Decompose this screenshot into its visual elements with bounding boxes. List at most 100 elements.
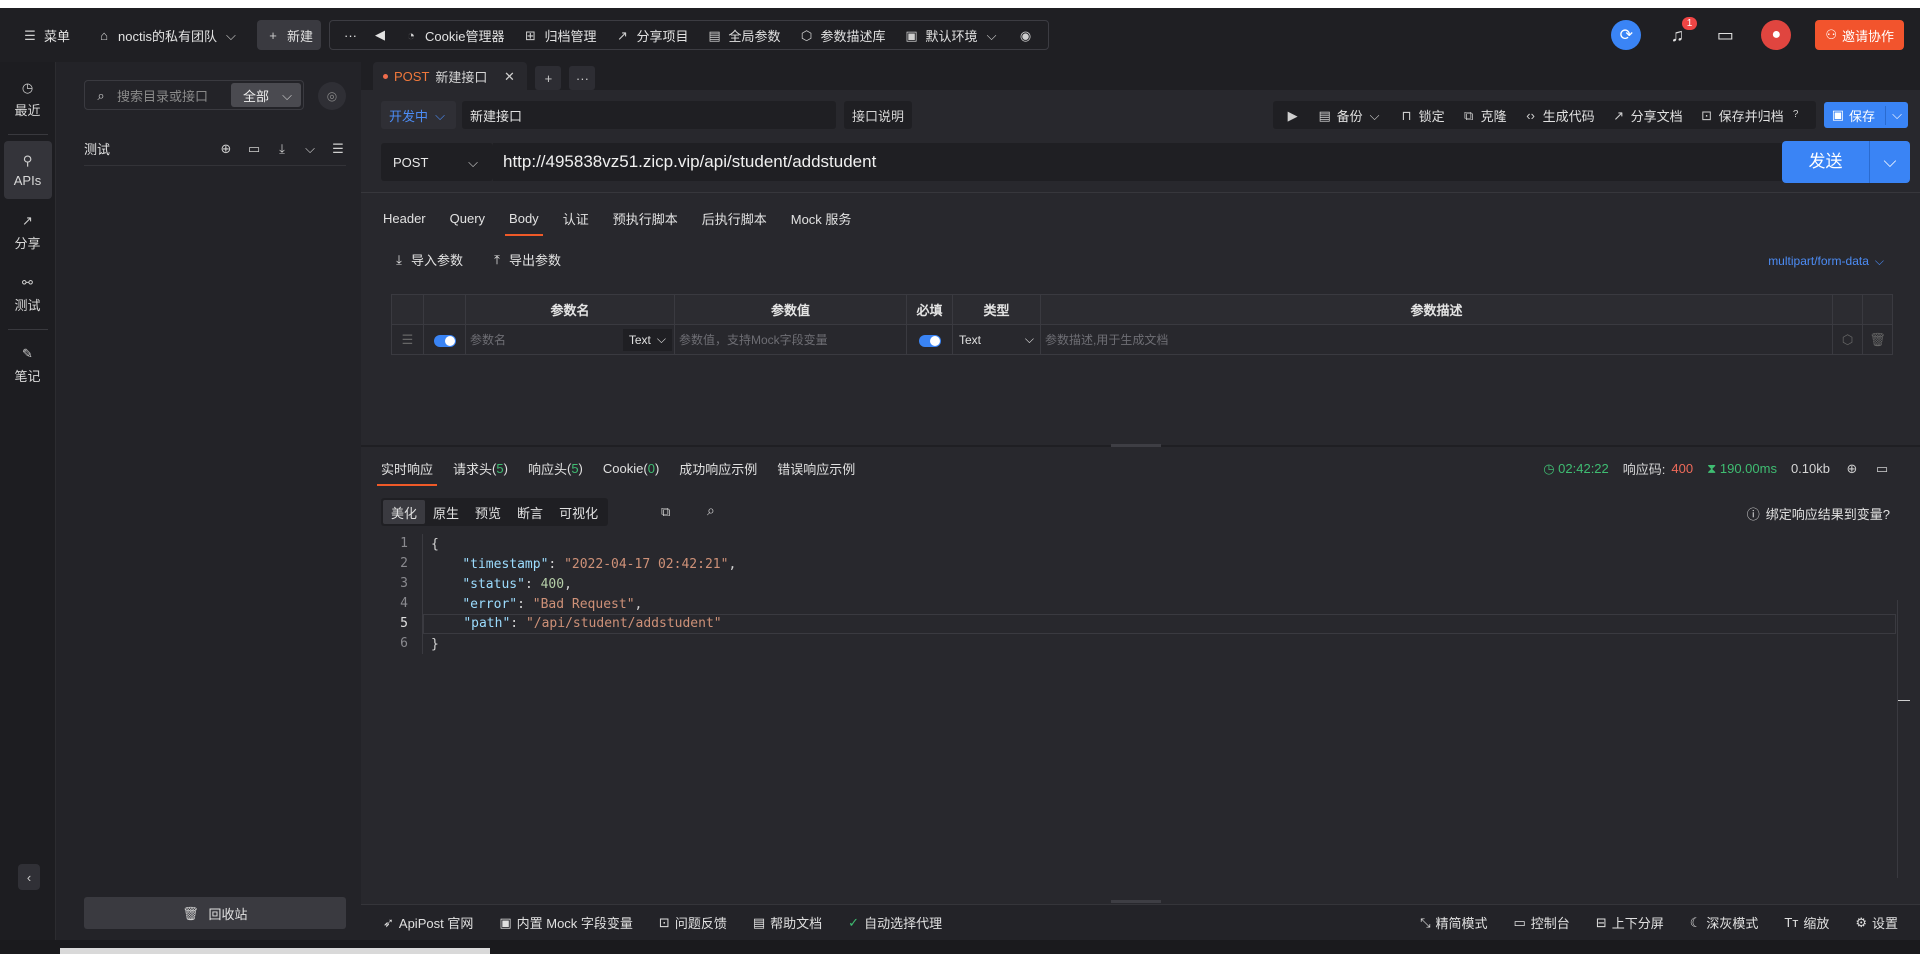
enabled-toggle[interactable] [433, 334, 456, 347]
split-view-button[interactable]: ⊟ 上下分屏 [1596, 913, 1664, 932]
method-dropdown[interactable]: POST ⌵ [381, 143, 493, 181]
view-tab-pretty[interactable]: 美化 [383, 500, 426, 524]
tab-post-script[interactable]: 后执行脚本 [702, 200, 767, 236]
import-params-button[interactable]: ⤓ 导入参数 [391, 250, 463, 269]
export-params-button[interactable]: ⤒ 导出参数 [489, 250, 561, 269]
console-button[interactable]: ▭ 控制台 [1514, 913, 1570, 932]
cookie-manager-button[interactable]: ◔ Cookie管理器 [395, 20, 512, 50]
tab-pre-script[interactable]: 预执行脚本 [613, 200, 678, 236]
more-button[interactable]: ··· [336, 20, 365, 50]
status-dropdown[interactable]: 开发中 ⌵ [381, 101, 457, 129]
search-icon[interactable]: ⌕ [707, 502, 715, 519]
url-input[interactable]: http://495838vz51.zicp.vip/api/student/a… [493, 143, 1783, 181]
copy-icon[interactable]: ⧉ [661, 504, 670, 520]
param-library-button[interactable]: ⬡ 参数描述库 [791, 20, 894, 50]
project-row[interactable]: 测试 ⊕ ▭ ⤓ ⌵ ☰ [84, 132, 346, 166]
globe-icon[interactable]: ⊕ [1844, 461, 1860, 477]
share-project-button[interactable]: ↗ 分享项目 [606, 20, 696, 50]
environment-selector[interactable]: ▣ 默认环境 ⌵ [896, 20, 1008, 50]
param-name-input[interactable]: 参数名 [466, 331, 506, 348]
vertical-splitter-handle[interactable] [1111, 444, 1161, 447]
collapse-tools-button[interactable]: ◀ [367, 20, 393, 50]
share-doc-button[interactable]: ↗ 分享文档 [1605, 106, 1689, 125]
drag-handle-icon[interactable]: ☰ [391, 324, 424, 355]
notification-button[interactable]: ♫ 1 [1665, 17, 1698, 47]
zoom-button[interactable]: Tт 缩放 [1784, 913, 1829, 932]
sync-button[interactable]: ⟳ [1611, 20, 1642, 50]
clone-button[interactable]: ⧉ 克隆 [1455, 106, 1513, 125]
apipost-site-link[interactable]: ➶ ApiPost 官网 [383, 913, 473, 932]
response-body-editor[interactable]: 1{ 2 "timestamp": "2022-04-17 02:42:21",… [361, 534, 1896, 766]
tab-query[interactable]: Query [450, 200, 485, 236]
close-icon[interactable]: ✕ [501, 68, 517, 84]
nav-item-test[interactable]: ⚯ 测试 [4, 265, 52, 323]
filter-dropdown[interactable]: 全部 ⌵ [230, 83, 301, 107]
backup-button[interactable]: ▤ 备份 ⌵ [1311, 106, 1389, 125]
api-doc-button[interactable]: 接口说明 [844, 101, 913, 129]
required-toggle[interactable] [918, 334, 941, 347]
trash-button[interactable]: 🗑 回收站 [84, 897, 346, 929]
editor-scrollbar[interactable] [1897, 600, 1919, 878]
nav-item-share[interactable]: ↗ 分享 [4, 203, 52, 261]
api-name-input[interactable]: 新建接口 [462, 101, 837, 129]
help-docs-link[interactable]: ▤ 帮助文档 [753, 913, 822, 932]
auto-proxy-toggle[interactable]: ✓ 自动选择代理 [848, 913, 942, 932]
tab-mock[interactable]: Mock 服务 [791, 200, 852, 236]
tab-cookie[interactable]: Cookie(0) [603, 450, 659, 486]
new-button[interactable]: + 新建 [256, 20, 321, 50]
tab-header[interactable]: Header [383, 200, 426, 236]
lock-button[interactable]: ⊓ 锁定 [1393, 106, 1451, 125]
cube-icon[interactable]: ⬡ [1832, 324, 1863, 355]
view-tab-preview[interactable]: 预览 [467, 500, 509, 524]
dark-mode-button[interactable]: ☾ 深灰模式 [1690, 913, 1759, 932]
nav-item-notes[interactable]: ✎ 笔记 [4, 336, 52, 394]
tab-realtime-response[interactable]: 实时响应 [376, 450, 438, 486]
invite-button[interactable]: ⚇ 邀请协作 [1815, 20, 1904, 50]
team-selector[interactable]: ⌂ noctis的私有团队 ⌵ [88, 20, 247, 50]
generate-code-button[interactable]: ‹› 生成代码 [1517, 106, 1601, 125]
feedback-link[interactable]: ⊡ 问题反馈 [659, 913, 727, 932]
send-button[interactable]: 发送 ⌵ [1782, 141, 1910, 183]
param-value-input[interactable]: 参数值，支持Mock字段变量 [675, 333, 828, 347]
menu-button[interactable]: ☰ 菜单 [14, 20, 78, 50]
tab-auth[interactable]: 认证 [563, 200, 589, 236]
view-environment-button[interactable]: ◉ [1010, 20, 1042, 50]
param-type-dropdown[interactable]: Text ⌵ [953, 332, 1040, 347]
content-type-dropdown[interactable]: multipart/form-data ⌵ [1768, 254, 1884, 269]
screen-icon[interactable]: ▭ [1874, 461, 1890, 477]
view-tab-assert[interactable]: 断言 [509, 500, 551, 524]
chevron-down-icon[interactable]: ⌵ [1886, 107, 1908, 123]
tab-body[interactable]: Body [505, 200, 543, 236]
compact-mode-button[interactable]: ⤡ 精简模式 [1420, 913, 1487, 932]
request-tab[interactable]: POST 新建接口 ✕ [373, 62, 528, 90]
nav-item-recent[interactable]: ◷ 最近 [4, 70, 52, 128]
param-name-type-dropdown[interactable]: Text ⌵ [622, 328, 672, 351]
settings-button[interactable]: ⚙ 设置 [1855, 913, 1898, 932]
locate-button[interactable]: ◎ [318, 82, 346, 110]
download-icon[interactable]: ⤓ [274, 141, 290, 157]
save-button[interactable]: ▣ 保存 ⌵ [1823, 102, 1908, 128]
search-input[interactable]: ⌕ 搜索目录或接口 全部 ⌵ [84, 80, 304, 110]
bind-variable-link[interactable]: ⓘ 绑定响应结果到变量? [1747, 504, 1890, 523]
run-button[interactable]: ▶ [1279, 107, 1307, 123]
avatar[interactable]: ● [1761, 20, 1792, 50]
tab-request-headers[interactable]: 请求头(5) [453, 450, 508, 486]
tab-response-headers[interactable]: 响应头(5) [528, 450, 583, 486]
tab-error-example[interactable]: 错误响应示例 [777, 450, 855, 486]
add-api-icon[interactable]: ⊕ [218, 141, 234, 157]
tab-success-example[interactable]: 成功响应示例 [679, 450, 757, 486]
tab-more-button[interactable]: ··· [569, 66, 596, 90]
horizontal-scrollbar[interactable] [60, 948, 490, 954]
indent-icon[interactable]: ☰ [330, 141, 346, 157]
view-tab-visualize[interactable]: 可视化 [551, 500, 606, 524]
chevron-down-icon[interactable]: ⌵ [302, 141, 318, 157]
notes-button[interactable]: ▭ [1713, 23, 1737, 47]
chevron-down-icon[interactable]: ⌵ [1870, 152, 1910, 172]
nav-item-apis[interactable]: ⚲ APIs [3, 141, 52, 199]
global-params-button[interactable]: ▤ 全局参数 [699, 20, 789, 50]
save-archive-button[interactable]: ⊡ 保存并归档? [1693, 106, 1810, 125]
bottom-splitter-handle[interactable] [1111, 900, 1161, 903]
archive-button[interactable]: ⊞ 归档管理 [514, 20, 604, 50]
collapse-sidebar-button[interactable]: ‹ [18, 864, 40, 890]
view-tab-raw[interactable]: 原生 [425, 500, 467, 524]
